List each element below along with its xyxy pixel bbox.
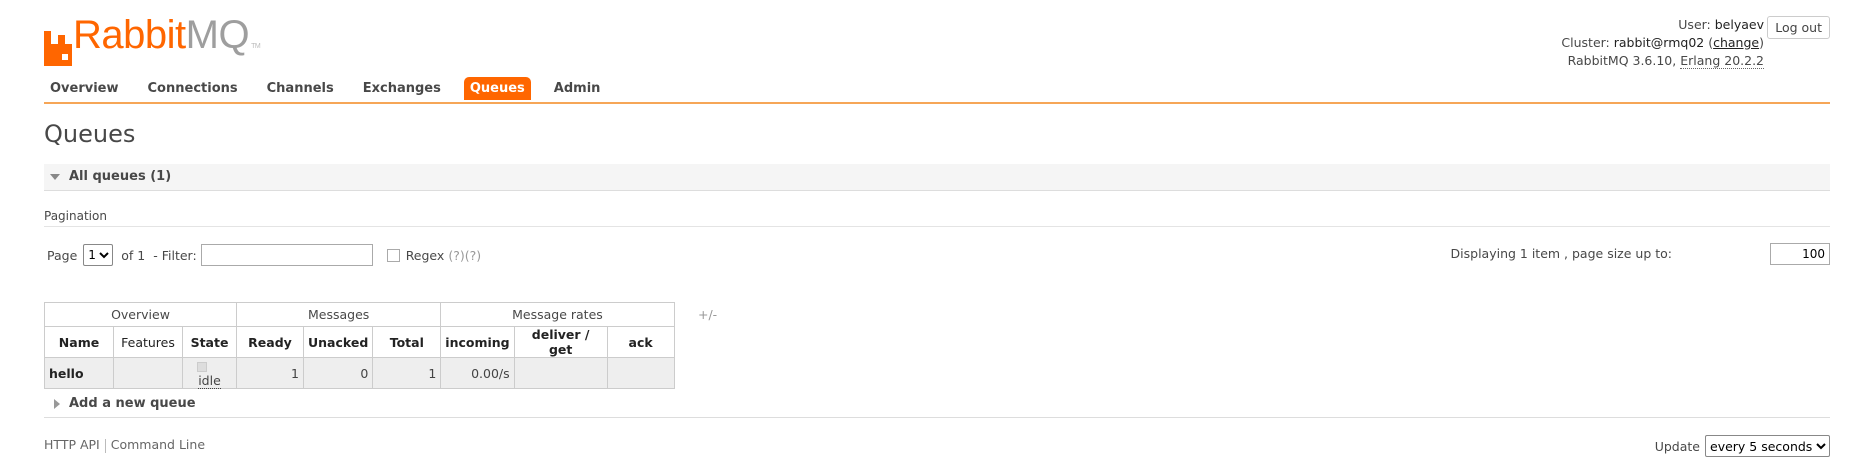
queue-state-label: idle bbox=[198, 373, 221, 389]
tab-channels[interactable]: Channels bbox=[261, 77, 340, 100]
page-label: Page bbox=[47, 247, 78, 263]
nav-underline bbox=[44, 102, 1830, 104]
regex-help-link[interactable]: (?)(?) bbox=[448, 248, 481, 263]
logo-text: RabbitMQ TM bbox=[73, 13, 261, 57]
rabbitmq-logo: RabbitMQ TM bbox=[44, 13, 261, 66]
queues-table: Overview Messages Message rates Name Fea… bbox=[44, 302, 675, 389]
page-title: Queues bbox=[44, 120, 136, 148]
http-api-link[interactable]: HTTP API bbox=[44, 437, 100, 452]
triangle-right-icon bbox=[54, 399, 60, 409]
main-nav-tabs: Overview Connections Channels Exchanges … bbox=[44, 77, 606, 100]
cluster-line: Cluster: rabbit@rmq02 (change) bbox=[1561, 35, 1764, 50]
erlang-version: Erlang 20.2.2 bbox=[1680, 53, 1764, 69]
queue-unacked: 0 bbox=[302, 357, 374, 389]
update-interval-select[interactable]: every 5 seconds bbox=[1705, 435, 1830, 457]
tab-overview[interactable]: Overview bbox=[44, 77, 125, 100]
group-message-rates: Message rates bbox=[440, 302, 675, 327]
col-ack[interactable]: ack bbox=[606, 326, 675, 358]
add-queue-heading: Add a new queue bbox=[69, 396, 196, 411]
page-size-input[interactable] bbox=[1770, 243, 1830, 265]
all-queues-heading: All queues (1) bbox=[69, 169, 172, 184]
pagination-heading: Pagination bbox=[44, 209, 107, 223]
group-header-row: Overview Messages Message rates bbox=[44, 302, 675, 327]
col-unacked[interactable]: Unacked bbox=[302, 326, 374, 358]
queue-incoming-rate: 0.00/s bbox=[440, 357, 515, 389]
page-select[interactable]: 1 bbox=[83, 244, 114, 266]
cluster-name: rabbit@rmq02 bbox=[1613, 35, 1705, 50]
queue-name-link[interactable]: hello bbox=[44, 357, 114, 389]
col-ready[interactable]: Ready bbox=[236, 326, 304, 358]
change-cluster-link[interactable]: change bbox=[1713, 35, 1759, 50]
footer-links: HTTP API Command Line bbox=[44, 437, 205, 453]
tab-queues[interactable]: Queues bbox=[463, 77, 531, 100]
update-label: Update bbox=[1654, 438, 1700, 454]
add-queue-section-toggle[interactable]: Add a new queue bbox=[44, 395, 1830, 418]
col-state[interactable]: State bbox=[182, 326, 237, 358]
queue-deliver-get-rate bbox=[513, 357, 608, 389]
update-control: Update every 5 seconds bbox=[1655, 435, 1830, 457]
group-messages: Messages bbox=[235, 302, 442, 327]
user-label: User: bbox=[1678, 17, 1711, 32]
regex-checkbox[interactable] bbox=[386, 248, 400, 262]
col-features[interactable]: Features bbox=[113, 326, 183, 358]
queue-ack-rate bbox=[606, 357, 675, 389]
display-info: Displaying 1 item , page size up to: bbox=[1450, 246, 1672, 261]
cluster-label: Cluster: bbox=[1561, 35, 1610, 50]
col-deliver-get[interactable]: deliver / get bbox=[513, 326, 608, 358]
queue-total: 1 bbox=[372, 357, 442, 389]
user-line: User: belyaev bbox=[1561, 16, 1764, 34]
page-of-label: of 1 bbox=[121, 247, 146, 263]
queue-state: idle bbox=[182, 357, 237, 389]
version-line: RabbitMQ 3.6.10, Erlang 20.2.2 bbox=[1561, 52, 1764, 70]
version-label: RabbitMQ 3.6.10, bbox=[1567, 53, 1677, 68]
queue-features bbox=[113, 357, 183, 389]
tab-admin[interactable]: Admin bbox=[548, 77, 607, 100]
tab-connections[interactable]: Connections bbox=[142, 77, 244, 100]
column-header-row: Name Features State Ready Unacked Total … bbox=[44, 326, 675, 358]
columns-toggle-link[interactable]: +/- bbox=[698, 307, 717, 322]
all-queues-section-toggle[interactable]: All queues (1) bbox=[44, 164, 1830, 191]
col-total[interactable]: Total bbox=[372, 326, 442, 358]
user-name: belyaev bbox=[1714, 17, 1764, 32]
table-row[interactable]: hello idle 1 0 1 0.00/s bbox=[44, 357, 675, 389]
col-name[interactable]: Name bbox=[44, 326, 114, 358]
triangle-down-icon bbox=[50, 174, 60, 180]
logout-button[interactable]: Log out bbox=[1767, 16, 1830, 39]
queue-ready: 1 bbox=[236, 357, 304, 389]
filter-label: - Filter: bbox=[153, 247, 197, 263]
regex-label: Regex bbox=[405, 247, 445, 263]
col-incoming[interactable]: incoming bbox=[440, 326, 515, 358]
group-overview: Overview bbox=[44, 302, 237, 327]
state-indicator-icon bbox=[196, 361, 207, 372]
pagination-controls: Page 1 of 1 - Filter: Regex (?)(?) bbox=[47, 244, 481, 266]
header-info: User: belyaev Cluster: rabbit@rmq02 (cha… bbox=[1561, 16, 1764, 70]
filter-input[interactable] bbox=[200, 244, 373, 266]
footer-separator bbox=[104, 438, 106, 453]
tab-exchanges[interactable]: Exchanges bbox=[357, 77, 447, 100]
rabbit-logo-icon bbox=[44, 31, 72, 66]
command-line-link[interactable]: Command Line bbox=[111, 437, 205, 452]
pagination-divider bbox=[44, 226, 1830, 227]
